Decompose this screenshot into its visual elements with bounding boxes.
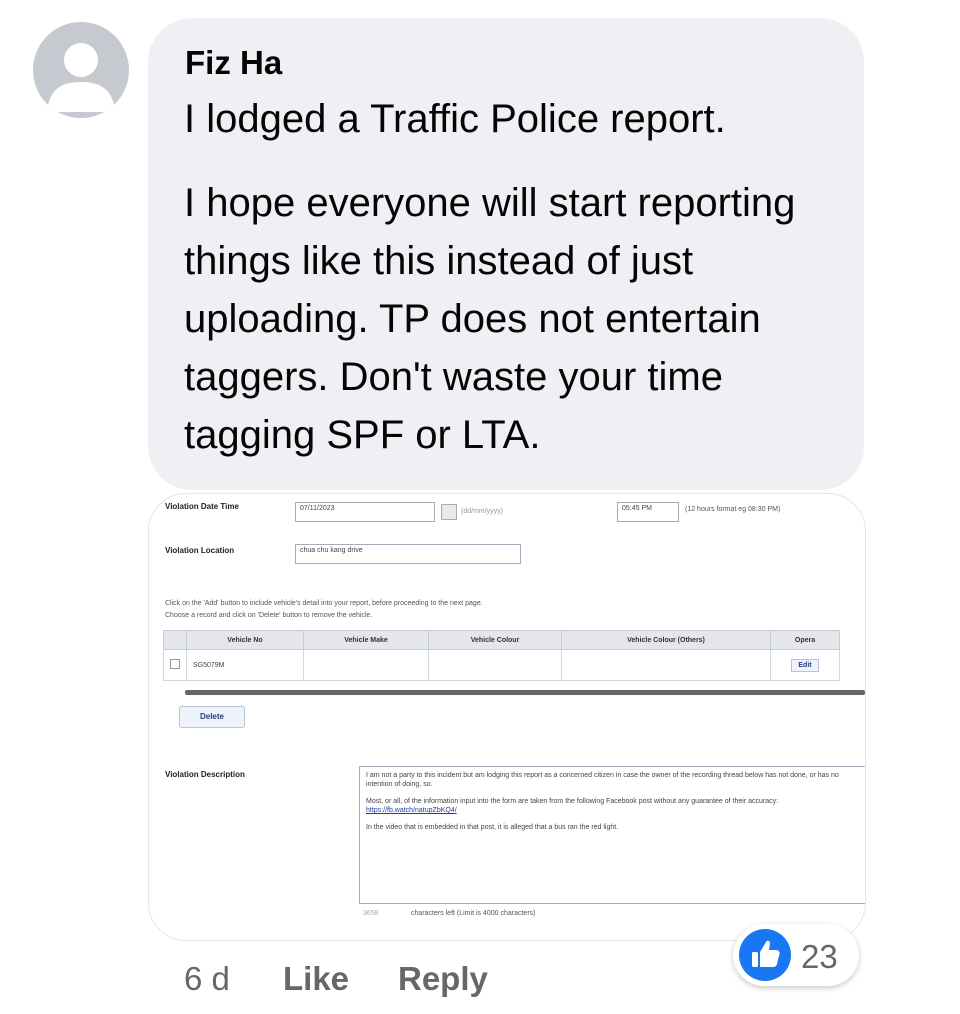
description-paragraph: I am not a party to this incident but am… <box>366 772 839 788</box>
column-header: Vehicle Make <box>303 630 429 650</box>
column-header: Vehicle Colour (Others) <box>561 630 771 650</box>
location-field: chua chu kang drive <box>295 544 521 564</box>
comment-text-paragraph: I hope everyone will start reporting thi… <box>184 181 796 457</box>
vehicle-no-cell: SG5079M <box>186 649 304 681</box>
attached-screenshot[interactable]: Violation Date Time 07/11/2023 (dd/mm/yy… <box>148 493 866 941</box>
calendar-icon <box>441 504 457 520</box>
violation-date-label: Violation Date Time <box>165 502 239 511</box>
reaction-count: 23 <box>801 938 838 975</box>
description-paragraph: Most, or all, of the information input i… <box>366 798 779 805</box>
column-header: Vehicle Colour <box>428 630 562 650</box>
traffic-police-report-form: Violation Date Time 07/11/2023 (dd/mm/yy… <box>149 494 865 940</box>
instructions-add: Click on the 'Add' button to include veh… <box>165 600 483 607</box>
thumbs-up-icon <box>739 929 791 981</box>
comment-author[interactable]: Fiz Ha <box>185 44 282 82</box>
date-format-hint: (dd/mm/yyyy) <box>461 508 503 515</box>
instructions-delete: Choose a record and click on 'Delete' bu… <box>165 612 373 619</box>
date-field: 07/11/2023 <box>295 502 435 522</box>
comment-timestamp[interactable]: 6 d <box>184 960 230 998</box>
reaction-summary[interactable]: 23 <box>733 924 859 986</box>
description-paragraph: In the video that is embedded in that po… <box>366 824 619 831</box>
column-header: Opera <box>770 630 840 650</box>
description-textarea: I am not a party to this incident but am… <box>359 766 865 904</box>
horizontal-scrollbar <box>185 690 865 695</box>
row-checkbox <box>170 659 180 669</box>
commenter-avatar[interactable] <box>33 22 129 118</box>
facebook-post-link: https://fb.watch/natupZbKQ4/ <box>366 807 457 814</box>
default-profile-icon <box>47 43 115 112</box>
violation-location-label: Violation Location <box>165 546 235 555</box>
edit-button: Edit <box>791 658 819 672</box>
reply-button[interactable]: Reply <box>398 960 488 998</box>
like-button[interactable]: Like <box>283 960 349 998</box>
comment-text-paragraph: I lodged a Traffic Police report. <box>184 97 726 141</box>
table-row: SG5079M Edit <box>163 649 840 681</box>
chars-limit-hint: characters left (Limit is 4000 character… <box>411 910 536 917</box>
delete-button: Delete <box>179 706 245 728</box>
violation-description-label: Violation Description <box>165 770 245 779</box>
time-field: 05:45 PM <box>617 502 679 522</box>
chars-count: 3658 <box>363 910 379 917</box>
vehicle-table: Vehicle No Vehicle Make Vehicle Colour V… <box>163 630 840 681</box>
time-format-hint: (12 hours format eg 08:30 PM) <box>685 506 781 513</box>
column-header: Vehicle No <box>186 630 304 650</box>
